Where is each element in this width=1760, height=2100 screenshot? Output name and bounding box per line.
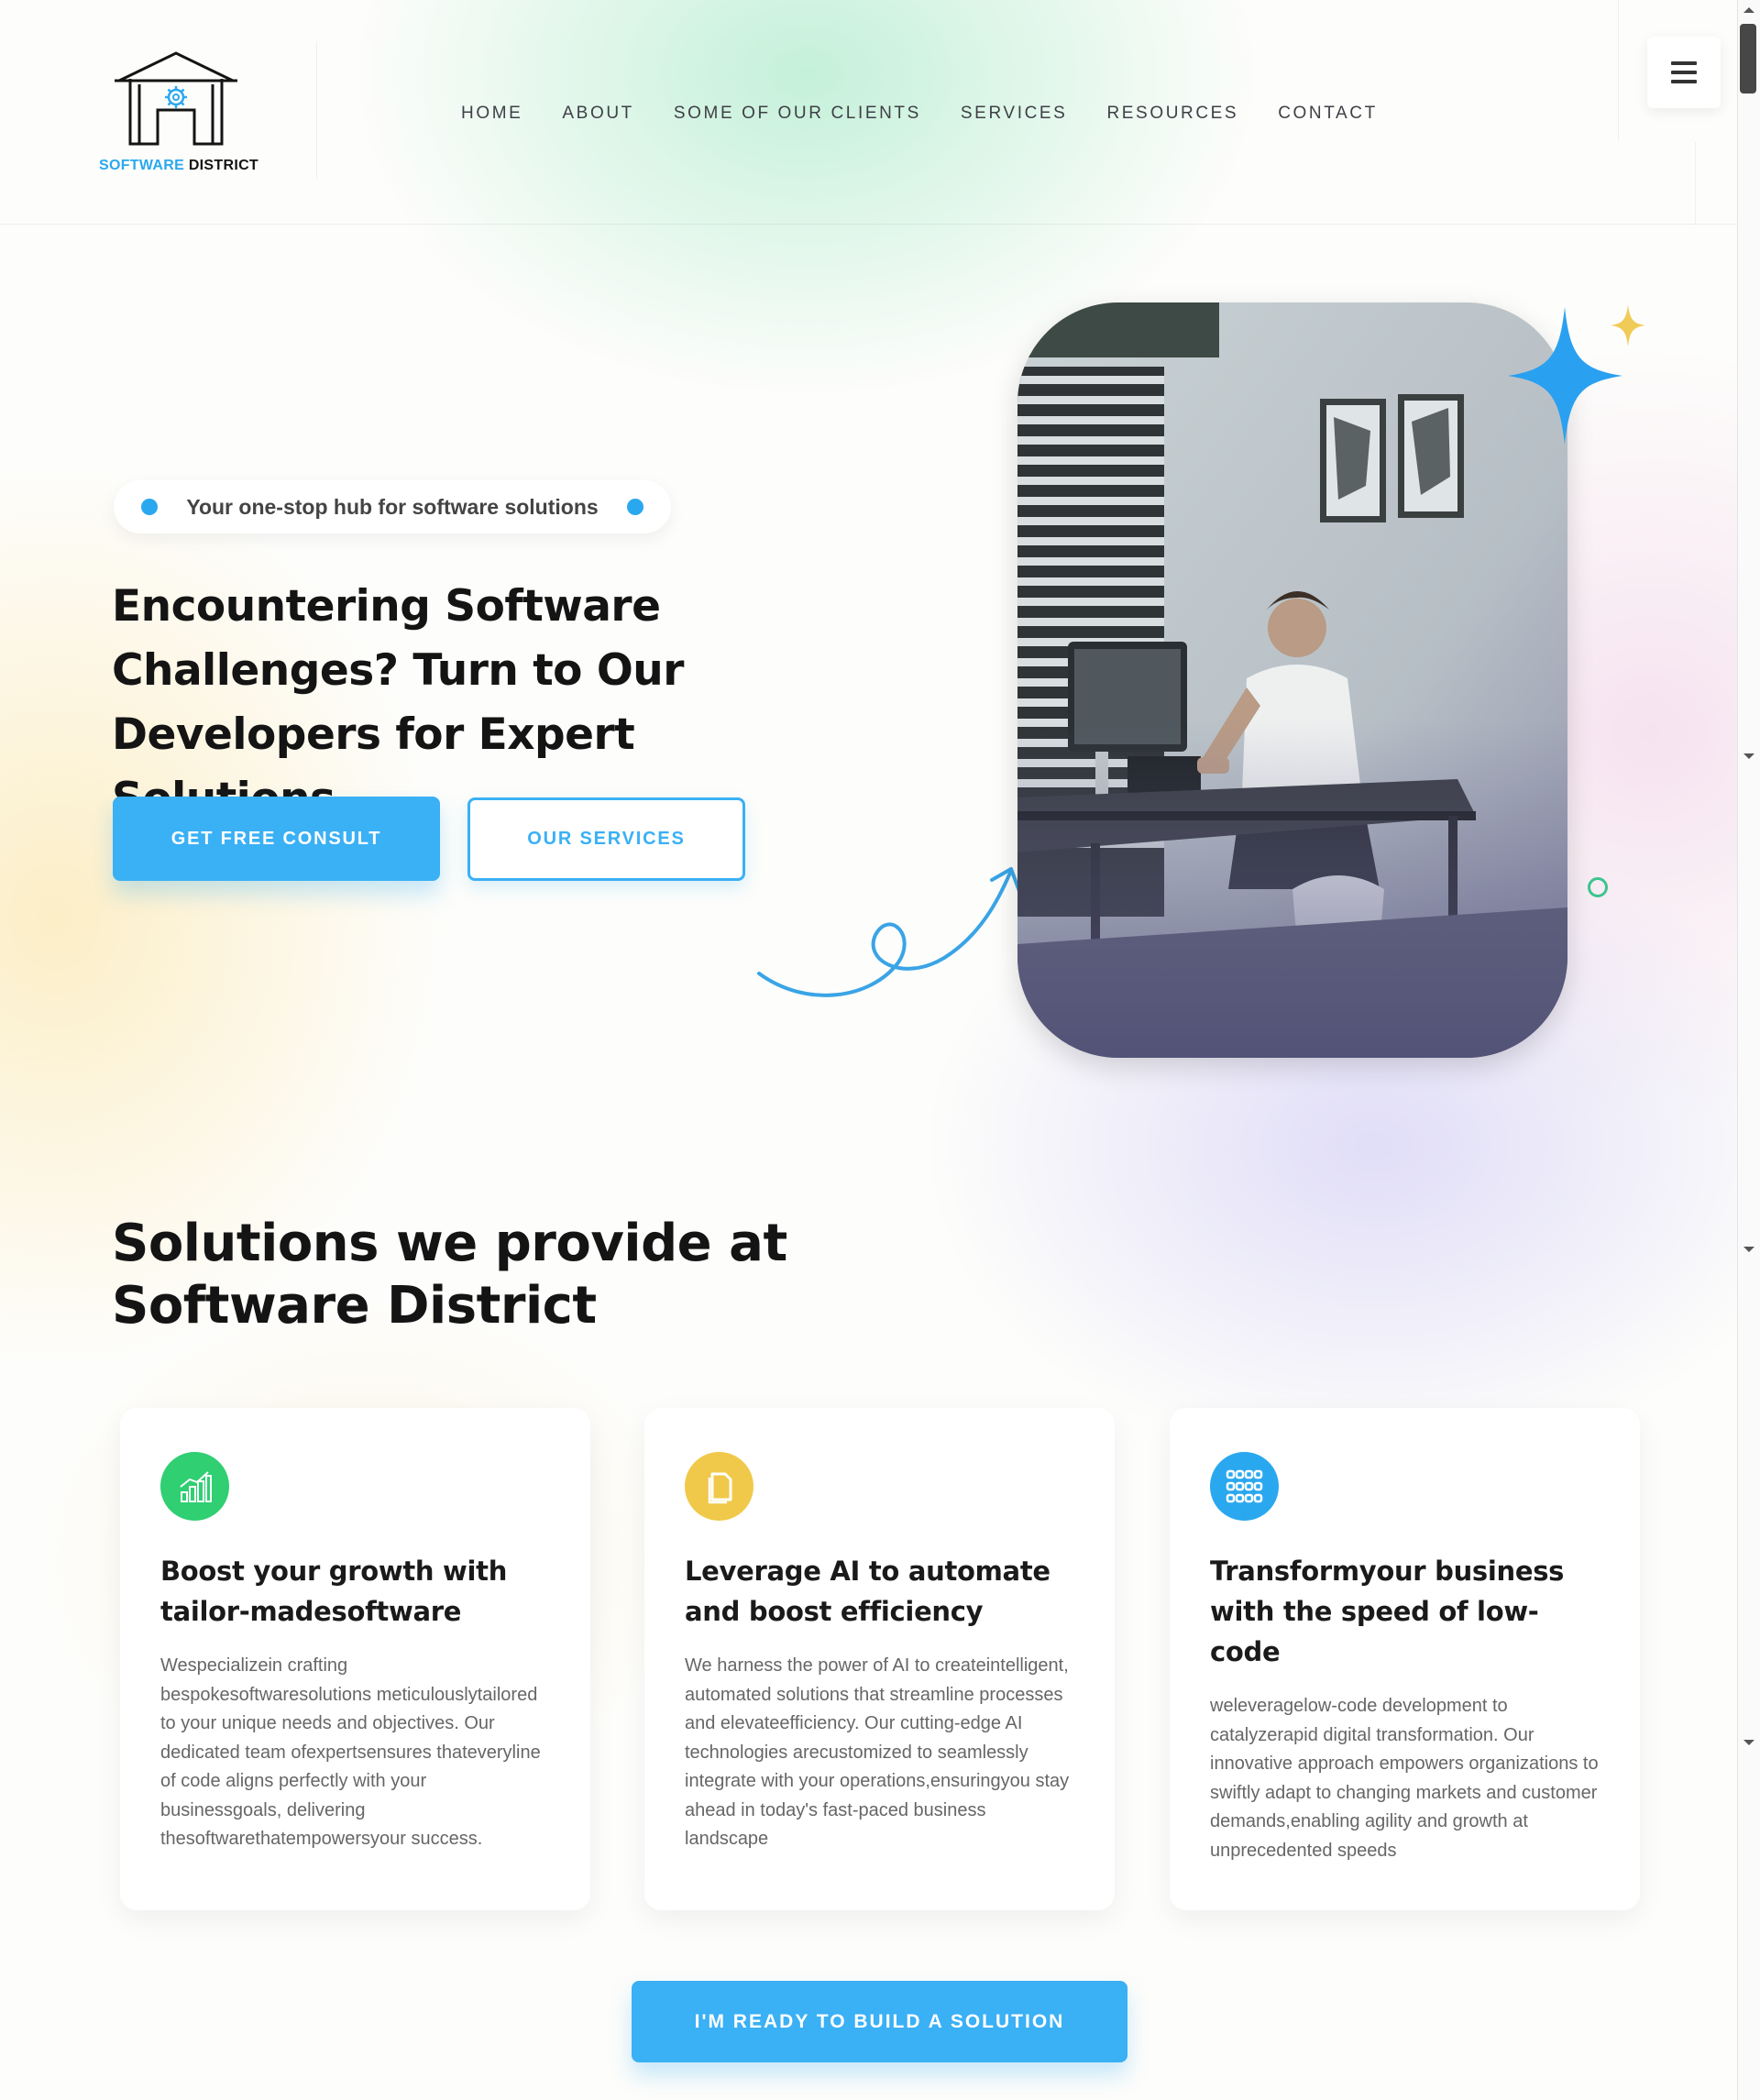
divider	[1618, 0, 1619, 142]
brand-name-part2: DISTRICT	[188, 158, 259, 173]
scroll-marker-icon	[1744, 753, 1754, 759]
document-icon	[685, 1452, 754, 1521]
hero-photo-developer-at-desk	[1018, 302, 1568, 1058]
card-title: Boost your growth with tailor-madesoftwa…	[160, 1556, 508, 1627]
house-gear-logo-icon	[115, 51, 237, 146]
card-title: Transformyour business with the speed of…	[1210, 1556, 1565, 1667]
main-nav: HOME ABOUT SOME OF OUR CLIENTS SERVICES …	[461, 104, 1417, 124]
hamburger-menu-button[interactable]	[1647, 37, 1721, 108]
tagline-pill: Your one-stop hub for software solutions	[114, 480, 671, 533]
hamburger-icon-bar	[1671, 71, 1697, 74]
site-header: SOFTWARE DISTRICT HOME ABOUT SOME OF OUR…	[0, 0, 1737, 225]
tagline-dot-icon	[141, 499, 158, 515]
solution-card-low-code: Transformyour business with the speed of…	[1170, 1408, 1640, 1910]
blue-sparkle-icon	[1508, 307, 1622, 445]
scroll-up-arrow-icon[interactable]	[1744, 7, 1754, 13]
nav-resources[interactable]: RESOURCES	[1106, 104, 1238, 124]
scrollbar-thumb[interactable]	[1740, 24, 1756, 93]
nav-about[interactable]: ABOUT	[562, 104, 633, 124]
green-ring-icon	[1588, 877, 1608, 897]
build-solution-button[interactable]: I'M READY TO BUILD A SOLUTION	[632, 1981, 1128, 2062]
grid-icon	[1210, 1452, 1279, 1521]
nav-contact[interactable]: CONTACT	[1278, 104, 1378, 124]
card-body: Wespecializein crafting bespokesoftwares…	[160, 1655, 541, 1849]
divider	[316, 41, 317, 179]
solutions-title-line2: Software District	[112, 1276, 597, 1336]
card-body: weleveragelow-code development to cataly…	[1210, 1696, 1599, 1861]
page-scrollbar[interactable]	[1737, 0, 1760, 2100]
scroll-marker-icon	[1744, 1740, 1754, 1745]
our-services-button[interactable]: OUR SERVICES	[468, 797, 745, 881]
hamburger-icon-bar	[1671, 80, 1697, 83]
tagline-dot-icon	[627, 499, 644, 515]
tagline-text: Your one-stop hub for software solutions	[186, 494, 599, 519]
nav-clients[interactable]: SOME OF OUR CLIENTS	[674, 104, 921, 124]
brand-logo[interactable]: SOFTWARE DISTRICT	[99, 51, 264, 175]
solution-card-ai: Leverage AI to automate and boost effici…	[644, 1408, 1115, 1910]
hero-title: Encountering Software Challenges? Turn t…	[112, 581, 684, 824]
hamburger-icon-bar	[1671, 61, 1697, 65]
card-title: Leverage AI to automate and boost effici…	[685, 1556, 1050, 1627]
solutions-title: Solutions we provide at Software Distric…	[112, 1213, 787, 1337]
swirl-arrow-icon	[757, 867, 1021, 997]
growth-chart-icon	[160, 1452, 229, 1521]
nav-services[interactable]: SERVICES	[961, 104, 1068, 124]
card-body: We harness the power of AI to createinte…	[685, 1655, 1070, 1849]
brand-name-part1: SOFTWARE	[99, 158, 185, 173]
nav-home[interactable]: HOME	[461, 104, 522, 124]
yellow-sparkle-icon	[1611, 304, 1645, 346]
scroll-marker-icon	[1744, 1247, 1754, 1252]
solution-card-growth: Boost your growth with tailor-madesoftwa…	[120, 1408, 590, 1910]
brand-name: SOFTWARE DISTRICT	[99, 158, 258, 174]
divider	[1695, 142, 1696, 225]
get-free-consult-button[interactable]: GET FREE CONSULT	[113, 797, 440, 881]
solutions-title-line1: Solutions we provide at	[112, 1214, 787, 1273]
